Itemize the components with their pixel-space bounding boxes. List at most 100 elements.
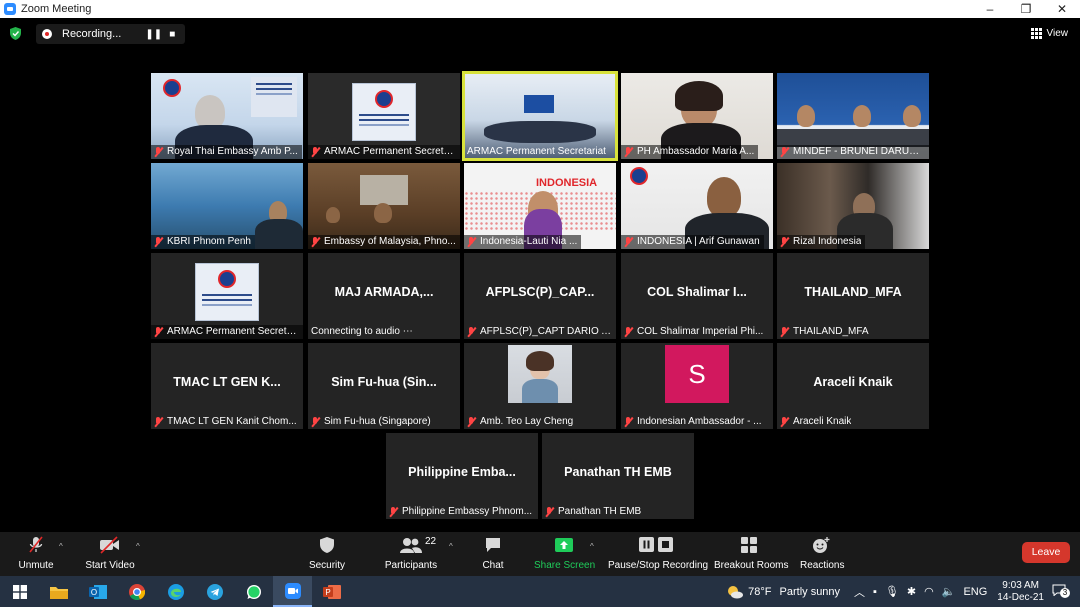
mic-muted-icon [780,417,789,427]
start-video-button[interactable]: Start Video [84,536,136,571]
restore-button[interactable]: ❐ [1008,0,1044,18]
clock[interactable]: 9:03 AM 14-Dec-21 [997,580,1044,604]
share-screen-label: Share Screen [534,560,596,571]
video-tile[interactable]: COL Shalimar I... COL Shalimar Imperial … [621,253,773,339]
video-tile[interactable]: PH Ambassador Maria A... [621,73,773,159]
notifications-button[interactable]: 3 [1052,584,1074,599]
chat-button[interactable]: Chat [478,536,508,571]
video-tile[interactable]: AFPLSC(P)_CAP... AFPLSC(P)_CAPT DARIO A … [464,253,616,339]
security-button[interactable]: Security [306,536,348,571]
video-off-icon [100,536,119,554]
video-tile[interactable]: TMAC LT GEN K... TMAC LT GEN Kanit Chom.… [151,343,303,429]
video-tile[interactable]: Philippine Emba... Philippine Embassy Ph… [386,433,538,519]
minimize-button[interactable]: – [972,0,1008,18]
leave-button[interactable]: Leave [1022,542,1070,563]
telegram-icon[interactable] [195,576,234,607]
mic-off-icon [29,536,43,553]
participant-label: THAILAND_MFA [777,325,873,339]
unmute-button[interactable]: Unmute [14,536,58,571]
video-tile[interactable]: INDONESIA | Arif Gunawan [621,163,773,249]
mic-muted-icon [154,147,163,157]
conference-table [484,121,596,143]
breakout-rooms-button[interactable]: Breakout Rooms [714,536,789,571]
file-explorer-icon[interactable] [39,576,78,607]
bluetooth-icon[interactable]: ✱ [907,585,916,598]
powerpoint-icon[interactable]: P [312,576,351,607]
participants-options-caret-icon[interactable]: ^ [449,542,453,551]
windows-start-icon[interactable] [0,576,39,607]
grid-view-icon [1030,28,1042,39]
video-tile[interactable]: MAJ ARMADA,... Connecting to audio ⋯ [308,253,460,339]
wifi-icon[interactable]: ◠ [924,585,934,598]
weather-temp: 78°F [748,585,772,598]
video-tile[interactable]: Embassy of Malaysia, Phno... [308,163,460,249]
pause-stop-recording-button[interactable]: Pause/Stop Recording [608,536,708,571]
zoom-tray-icon[interactable]: ▪ [873,586,877,598]
recording-dot-icon [42,29,52,39]
video-tile-active-speaker[interactable]: ARMAC Permanent Secretariat [462,71,618,161]
weather-text[interactable]: Partly sunny [780,586,841,598]
reactions-button[interactable]: Reactions [800,536,844,571]
video-tile[interactable]: Royal Thai Embassy Amb P... [151,73,303,159]
close-button[interactable]: ✕ [1044,0,1080,18]
whatsapp-icon[interactable] [234,576,273,607]
participant-name: AFPLSC(P)_CAP... [485,285,595,299]
video-tile[interactable]: ARMAC Permanent Secreta... [151,253,303,339]
participant-label: Royal Thai Embassy Amb P... [151,145,302,159]
profile-photo [508,345,572,403]
video-tile[interactable]: INDONESIA Indonesia-Lauti Nia ... [464,163,616,249]
language-indicator[interactable]: ENG [963,586,987,598]
video-tile[interactable]: Panathan TH EMB Panathan TH EMB [542,433,694,519]
video-tile[interactable]: Sim Fu-hua (Sin... Sim Fu-hua (Singapore… [308,343,460,429]
microphone-tray-icon[interactable]: 🎙 [885,585,899,598]
share-screen-button[interactable]: Share Screen [534,536,596,571]
participant-name: Araceli Knaik [813,375,893,389]
participant-video [707,177,741,217]
meeting-area: Recording... ❚❚ ■ View Royal Thai Embass… [0,18,1080,532]
audio-options-caret-icon[interactable]: ^ [59,542,63,551]
video-options-caret-icon[interactable]: ^ [136,542,140,551]
video-tile[interactable]: ARMAC Permanent Secreta... [308,73,460,159]
participant-name: COL Shalimar I... [647,285,747,299]
breakout-rooms-icon [741,537,757,553]
participant-name: Panathan TH EMB [564,465,672,479]
participant-label: Connecting to audio ⋯ [311,326,413,337]
participant-label: Araceli Knaik [777,415,855,429]
participants-icon [400,538,422,553]
video-tile[interactable]: KBRI Phnom Penh [151,163,303,249]
window-title: Zoom Meeting [21,3,92,15]
edge-icon[interactable] [156,576,195,607]
mic-muted-icon [780,237,789,247]
participant-label: KBRI Phnom Penh [151,235,255,249]
video-tile[interactable]: Amb. Teo Lay Cheng [464,343,616,429]
video-tile[interactable]: Rizal Indonesia [777,163,929,249]
volume-icon[interactable]: 🔈 [942,585,956,598]
share-screen-icon [555,538,573,552]
video-tile[interactable]: Araceli Knaik Araceli Knaik [777,343,929,429]
video-tile[interactable]: S Indonesian Ambassador - ... [621,343,773,429]
video-tile[interactable]: THAILAND_MFA THAILAND_MFA [777,253,929,339]
pause-recording-button[interactable]: ❚❚ [145,29,162,40]
security-shield-icon [320,537,334,553]
participant-label: Panathan TH EMB [542,505,645,519]
participant-label: MINDEF - BRUNEI DARUSS... [777,145,929,159]
outlook-icon[interactable]: O [78,576,117,607]
stop-recording-button[interactable]: ■ [165,29,179,40]
zoom-taskbar-icon[interactable] [273,576,312,607]
mic-muted-icon [311,237,320,247]
wall-emblem [360,175,408,205]
chrome-icon[interactable] [117,576,156,607]
share-options-caret-icon[interactable]: ^ [590,542,594,551]
mic-muted-icon [154,327,163,337]
shield-icon[interactable] [10,27,21,40]
video-tile[interactable]: MINDEF - BRUNEI DARUSS... [777,73,929,159]
participant-label: INDONESIA | Arif Gunawan [621,235,764,249]
shared-slide [195,263,259,321]
breakout-rooms-label: Breakout Rooms [714,560,789,571]
participants-count: 22 [425,536,437,547]
participants-button[interactable]: 22 Participants [384,536,438,571]
view-button[interactable]: View [1030,28,1068,39]
mic-muted-icon [154,417,163,427]
show-hidden-icons-chevron-icon[interactable]: ︿ [854,584,865,600]
participant-label: Indonesian Ambassador - ... [621,415,766,429]
